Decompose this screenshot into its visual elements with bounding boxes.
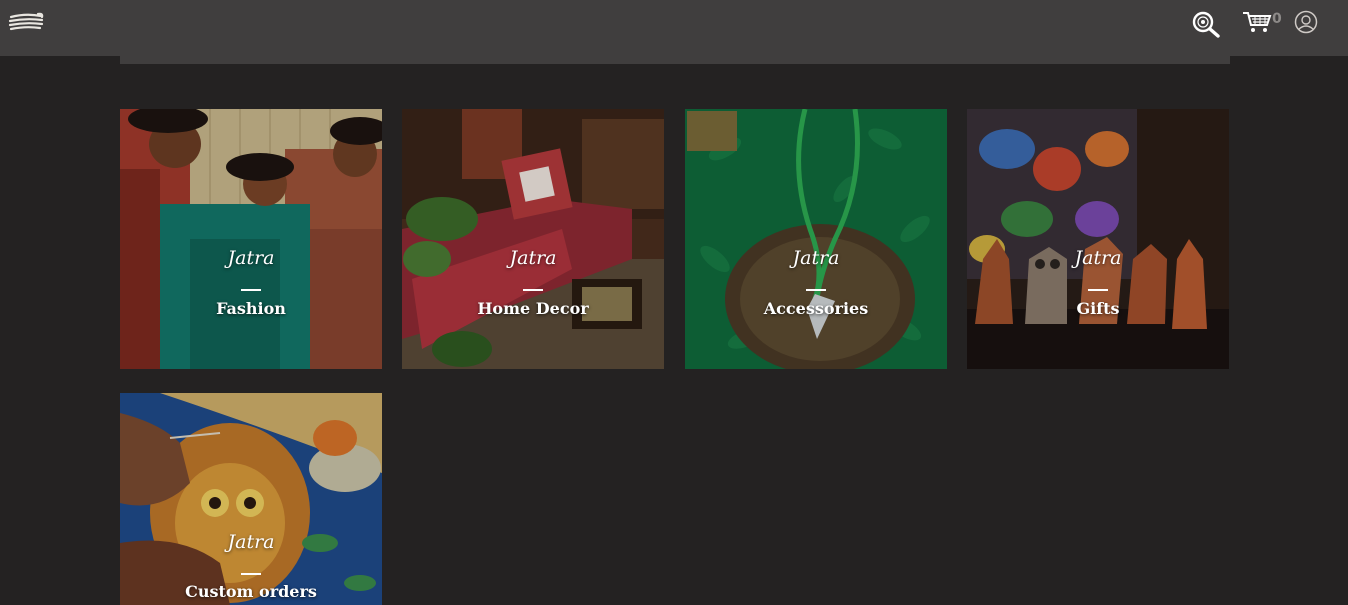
cart-button[interactable]: 0 bbox=[1242, 10, 1284, 36]
header-underbar bbox=[120, 56, 1230, 64]
tile-category-label: Custom orders bbox=[185, 582, 317, 601]
tile-divider bbox=[241, 573, 261, 575]
tile-category-label: Accessories bbox=[763, 299, 869, 318]
magnifier-search-icon bbox=[1192, 11, 1220, 38]
tile-overlay bbox=[120, 109, 382, 369]
rope-coil-menu-icon bbox=[8, 12, 44, 31]
tile-divider bbox=[1088, 289, 1108, 291]
search-button[interactable] bbox=[1190, 10, 1222, 38]
tile-brand-text: Jatra bbox=[509, 247, 557, 269]
category-tile-home-decor[interactable]: Jatra Home Decor bbox=[402, 109, 664, 369]
account-button[interactable] bbox=[1294, 10, 1318, 34]
tile-category-label: Fashion bbox=[216, 299, 286, 318]
tile-divider bbox=[806, 289, 826, 291]
tile-overlay bbox=[402, 109, 664, 369]
tile-brand-text: Jatra bbox=[1074, 247, 1122, 269]
category-tile-custom-orders[interactable]: Jatra Custom orders bbox=[120, 393, 382, 605]
cart-count-badge: 0 bbox=[1272, 11, 1282, 27]
tile-divider bbox=[241, 289, 261, 291]
tile-overlay bbox=[685, 109, 947, 369]
tile-brand-text: Jatra bbox=[792, 247, 840, 269]
category-tile-gifts[interactable]: Jatra Gifts bbox=[967, 109, 1229, 369]
tile-brand-text: Jatra bbox=[227, 531, 275, 553]
tile-brand-text: Jatra bbox=[227, 247, 275, 269]
tile-overlay bbox=[967, 109, 1229, 369]
category-tile-accessories[interactable]: Jatra Accessories bbox=[685, 109, 947, 369]
shopping-cart-icon bbox=[1243, 12, 1272, 32]
menu-button[interactable] bbox=[8, 10, 44, 34]
tile-category-label: Gifts bbox=[1076, 299, 1120, 318]
user-avatar-icon bbox=[1294, 10, 1318, 34]
tile-divider bbox=[523, 289, 543, 291]
category-tile-fashion[interactable]: Jatra Fashion bbox=[120, 109, 382, 369]
site-header: 0 bbox=[0, 0, 1348, 56]
tile-category-label: Home Decor bbox=[477, 299, 589, 318]
